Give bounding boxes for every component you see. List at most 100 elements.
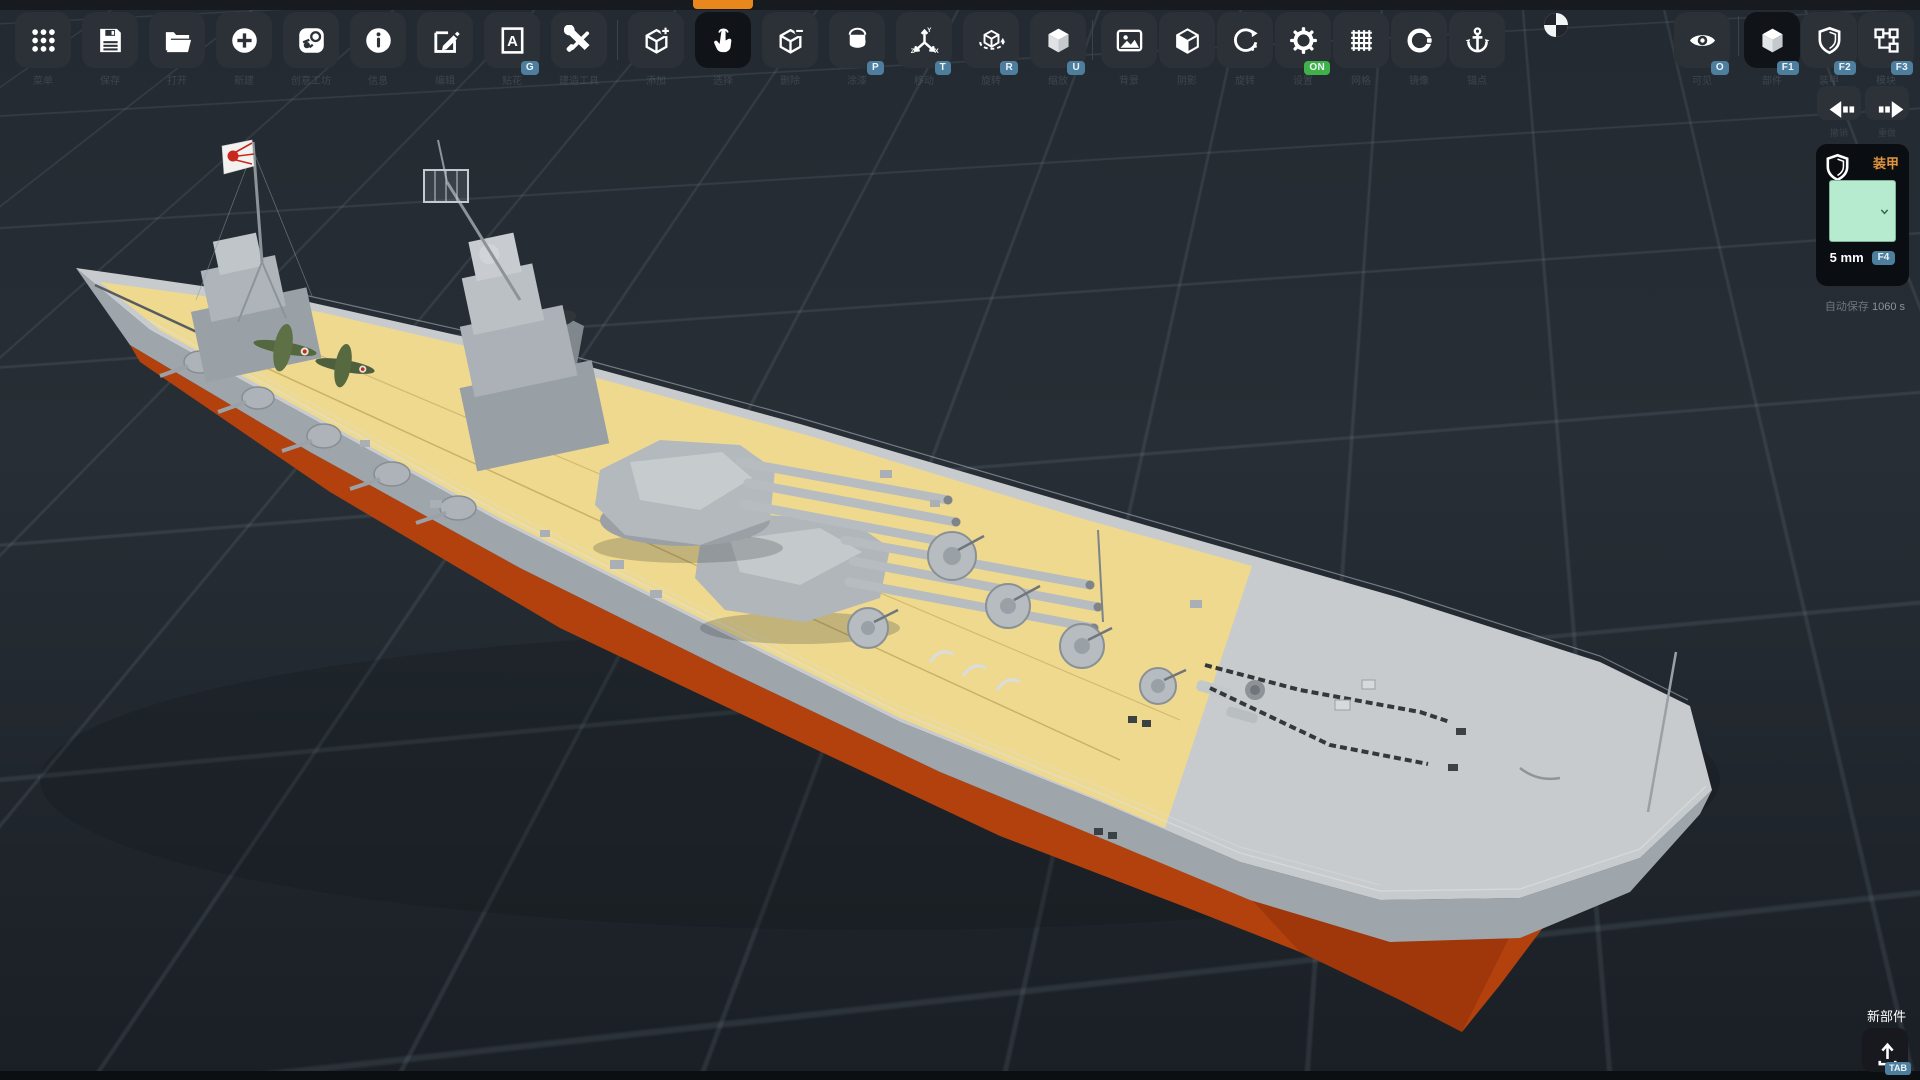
select-button[interactable]: 选择 <box>695 12 751 68</box>
menu-icon <box>28 25 59 56</box>
settings-button[interactable]: ON设置 <box>1275 12 1331 68</box>
background-icon <box>1114 25 1145 56</box>
rotate-label: 旋转 <box>981 72 1001 87</box>
decal-label: 贴花 <box>502 72 522 87</box>
redo-label: 重做 <box>1865 126 1909 139</box>
armor-thickness-value: 5 mm <box>1830 250 1864 265</box>
mirror-icon <box>1404 25 1435 56</box>
armor-panel: 装甲 5 mm F4 <box>1816 144 1909 286</box>
grid-button[interactable]: 网格 <box>1333 12 1389 68</box>
mirror-label: 镜像 <box>1409 72 1429 87</box>
autosave-label: 自动保存 <box>1825 301 1869 313</box>
scale-key-badge: U <box>1067 61 1085 75</box>
armor-label: 装甲 <box>1819 72 1839 87</box>
paint-label: 涂漆 <box>847 72 867 87</box>
workshop-icon <box>296 25 327 56</box>
toolbar-divider <box>1092 20 1093 60</box>
chevron-down-icon <box>1877 204 1892 219</box>
visibility-button[interactable]: O可见 <box>1674 12 1730 68</box>
toolbar-build-group: 添加选择删除P涂漆YZXT移动R旋转U缩放 <box>628 12 1086 68</box>
info-label: 信息 <box>368 72 388 87</box>
modules-icon <box>1871 25 1902 56</box>
visibility-label: 可见 <box>1692 72 1712 87</box>
parts-button[interactable]: F1部件 <box>1744 12 1800 68</box>
armor-icon <box>1814 25 1845 56</box>
save-button[interactable]: 保存 <box>82 12 138 68</box>
armor-color-swatch[interactable] <box>1829 180 1896 242</box>
scale-label: 缩放 <box>1048 72 1068 87</box>
app-window: 菜单保存打开新建创意工坊信息编辑AG贴花建造工具 添加选择删除P涂漆YZXT移动… <box>0 0 1920 1080</box>
visibility-key-badge: O <box>1711 61 1729 75</box>
redo-arrow-icon <box>1875 94 1899 112</box>
menu-button[interactable]: 菜单 <box>15 12 71 68</box>
tools-icon <box>564 25 595 56</box>
remove-block-button[interactable]: 删除 <box>762 12 818 68</box>
shadow-button[interactable]: 阴影 <box>1159 12 1215 68</box>
save-label: 保存 <box>100 72 120 87</box>
modules-button[interactable]: F3模块 <box>1858 12 1914 68</box>
armor-button[interactable]: F2装甲 <box>1801 12 1857 68</box>
paint-icon <box>842 25 873 56</box>
remove-block-label: 删除 <box>780 72 800 87</box>
battleship-model[interactable] <box>0 0 1920 1080</box>
grid-icon <box>1346 25 1377 56</box>
open-tray-icon <box>1872 1037 1898 1063</box>
bottom-edge-bar <box>0 1071 1920 1080</box>
undo-arrow-icon <box>1827 94 1851 112</box>
svg-text:Z: Z <box>910 48 914 55</box>
anchor-button[interactable]: 锚点 <box>1449 12 1505 68</box>
decal-button[interactable]: AG贴花 <box>484 12 540 68</box>
add-block-button[interactable]: 添加 <box>628 12 684 68</box>
active-tool-indicator <box>693 0 753 9</box>
workshop-label: 创意工坊 <box>291 72 331 87</box>
toolbar-mode-group: F1部件F2装甲F3模块 <box>1744 12 1914 68</box>
tools-button[interactable]: 建造工具 <box>551 12 607 68</box>
paint-button[interactable]: P涂漆 <box>829 12 885 68</box>
toolbar-divider <box>617 20 618 60</box>
workshop-button[interactable]: 创意工坊 <box>283 12 339 68</box>
mirror-button[interactable]: 镜像 <box>1391 12 1447 68</box>
armor-key-badge: F4 <box>1872 251 1896 265</box>
autosave-status: 自动保存 1060 s <box>1825 298 1905 314</box>
turntable-button[interactable]: 旋转 <box>1217 12 1273 68</box>
decal-icon: A <box>497 25 528 56</box>
new-button[interactable]: 新建 <box>216 12 272 68</box>
edit-label: 编辑 <box>435 72 455 87</box>
move-button[interactable]: YZXT移动 <box>896 12 952 68</box>
background-button[interactable]: 背景 <box>1101 12 1157 68</box>
menu-label: 菜单 <box>33 72 53 87</box>
anchor-label: 锚点 <box>1467 72 1487 87</box>
open-button[interactable]: 打开 <box>149 12 205 68</box>
background-label: 背景 <box>1119 72 1139 87</box>
parts-icon <box>1757 25 1788 56</box>
redo-button[interactable] <box>1865 86 1909 120</box>
open-icon <box>162 25 193 56</box>
modules-label: 模块 <box>1876 72 1896 87</box>
new-icon <box>229 25 260 56</box>
remove-block-icon <box>775 25 806 56</box>
save-icon <box>95 25 126 56</box>
grid-label: 网格 <box>1351 72 1371 87</box>
edit-icon <box>430 25 461 56</box>
info-icon <box>363 25 394 56</box>
shadow-label: 阴影 <box>1177 72 1197 87</box>
info-button[interactable]: 信息 <box>350 12 406 68</box>
select-label: 选择 <box>713 72 733 87</box>
edit-button[interactable]: 编辑 <box>417 12 473 68</box>
scale-button[interactable]: U缩放 <box>1030 12 1086 68</box>
shadow-icon <box>1172 25 1203 56</box>
new-part-label: 新部件 <box>1867 1006 1906 1025</box>
new-label: 新建 <box>234 72 254 87</box>
svg-text:X: X <box>934 48 939 55</box>
pivot-marker-icon <box>1541 10 1571 40</box>
toolbar-view-group: 背景阴影旋转ON设置网格镜像锚点 <box>1101 12 1505 68</box>
svg-text:A: A <box>507 33 518 49</box>
rotate-button[interactable]: R旋转 <box>963 12 1019 68</box>
undo-button[interactable] <box>1817 86 1861 120</box>
viewport-3d[interactable] <box>0 0 1920 1080</box>
autosave-value: 1060 s <box>1872 301 1905 313</box>
scale-icon <box>1043 25 1074 56</box>
add-block-label: 添加 <box>646 72 666 87</box>
select-icon <box>708 25 739 56</box>
settings-icon <box>1288 25 1319 56</box>
